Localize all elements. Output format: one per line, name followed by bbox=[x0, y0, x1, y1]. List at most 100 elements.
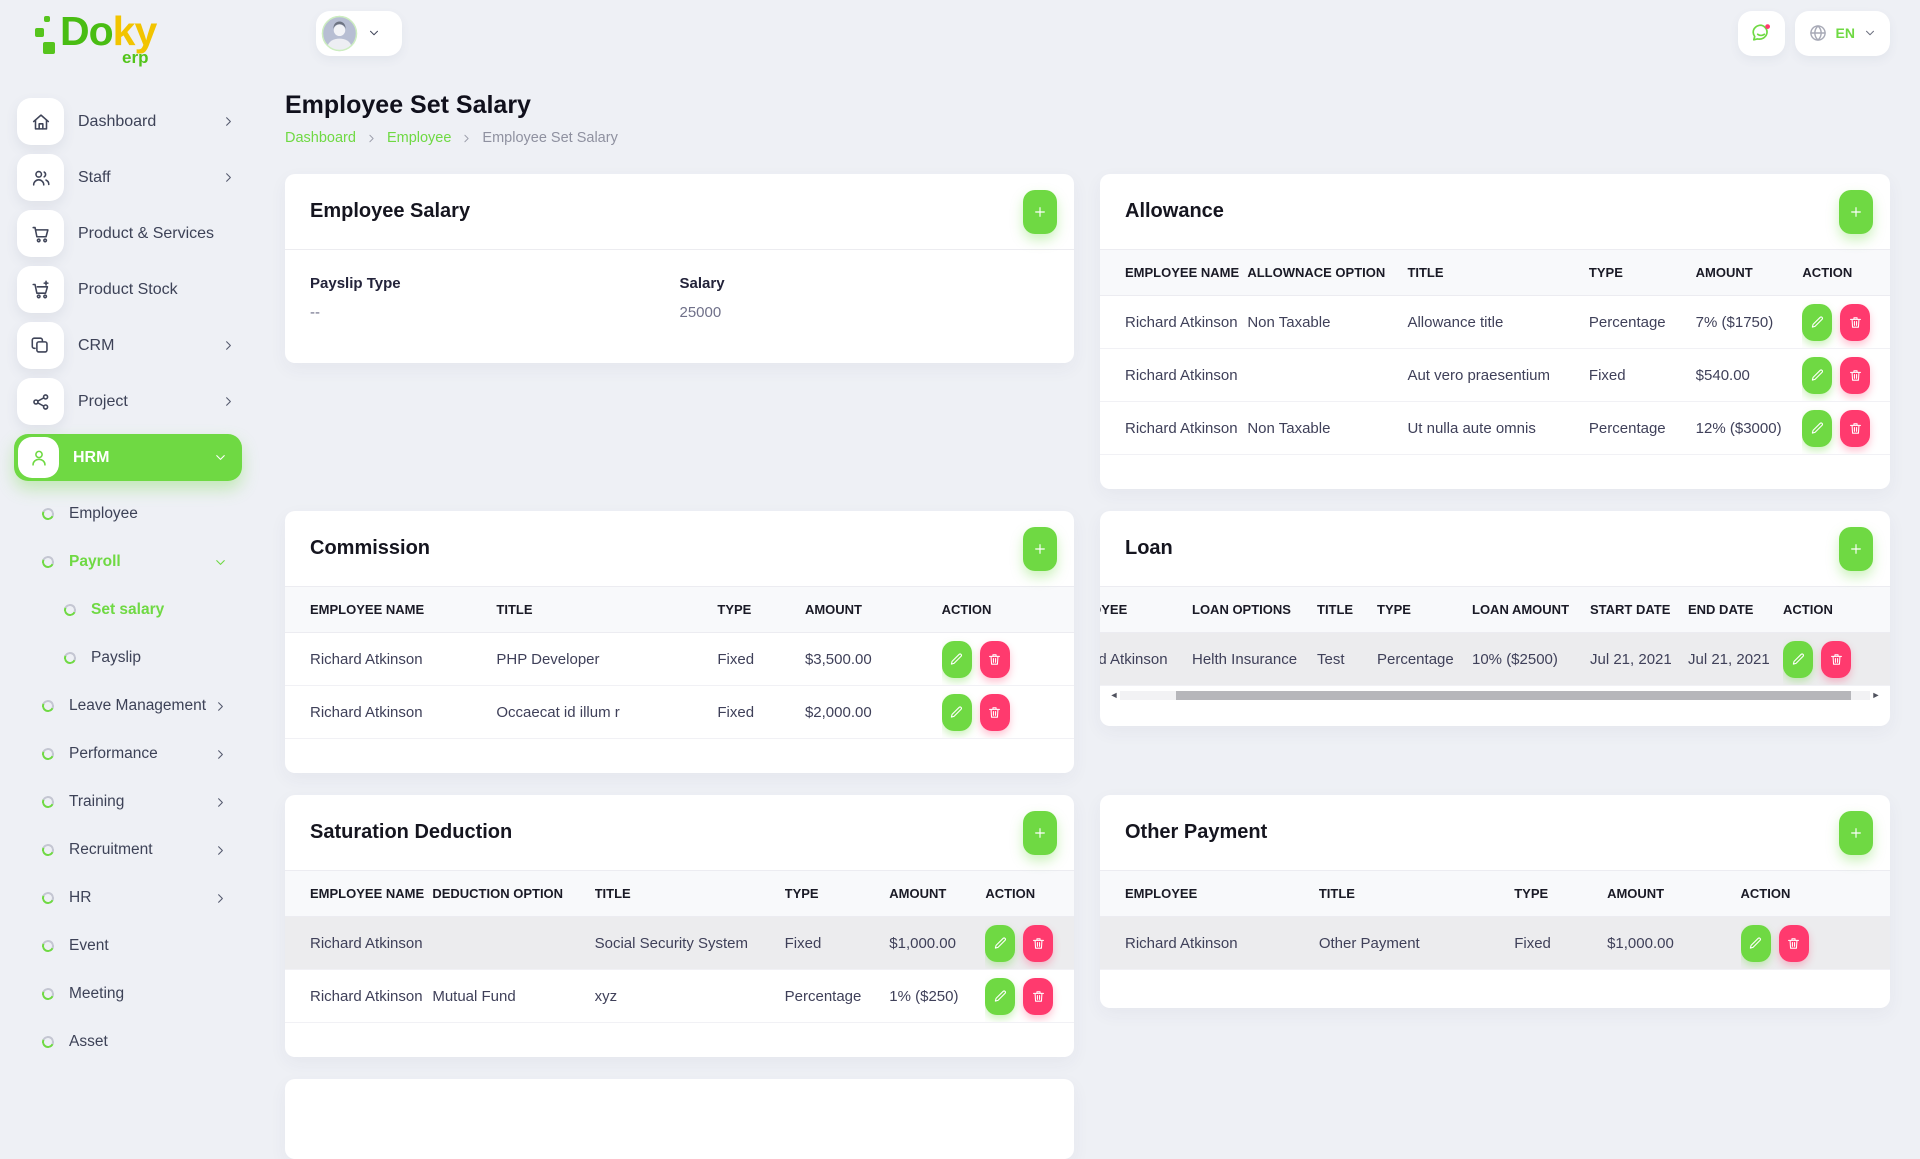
sidebar-item-event[interactable]: Event bbox=[0, 922, 258, 970]
table-cell: Fixed bbox=[717, 633, 805, 686]
edit-button[interactable] bbox=[942, 694, 972, 731]
bullet-icon bbox=[40, 698, 55, 713]
sidebar-item-dashboard[interactable]: Dashboard bbox=[0, 98, 258, 145]
delete-button[interactable] bbox=[1840, 304, 1870, 341]
chevron-right-icon bbox=[365, 132, 378, 145]
sidebar-item-staff[interactable]: Staff bbox=[0, 154, 258, 201]
table-cell: xyz bbox=[595, 970, 785, 1023]
add-loan-button[interactable] bbox=[1839, 527, 1873, 571]
table-cell: Fixed bbox=[1589, 349, 1696, 402]
column-header: EMPLOYEE NAME bbox=[1100, 250, 1247, 296]
column-header: END DATE bbox=[1688, 587, 1783, 633]
table-cell: Non Taxable bbox=[1247, 402, 1407, 455]
add-employee-salary-button[interactable] bbox=[1023, 190, 1057, 234]
breadcrumb-employee[interactable]: Employee bbox=[387, 130, 451, 146]
cards-grid: Employee Salary Payslip Type -- Salary 2… bbox=[285, 174, 1890, 1159]
table-cell: Percentage bbox=[1377, 633, 1472, 686]
sidebar-item-label: Training bbox=[69, 793, 124, 811]
edit-button[interactable] bbox=[985, 978, 1015, 1015]
sidebar-item-recruitment[interactable]: Recruitment bbox=[0, 826, 258, 874]
card-title: Other Payment bbox=[1125, 821, 1267, 844]
delete-button[interactable] bbox=[1840, 410, 1870, 447]
sidebar-item-product-stock[interactable]: Product Stock bbox=[0, 266, 258, 313]
field-value: -- bbox=[310, 304, 680, 321]
plus-icon bbox=[1848, 204, 1864, 220]
sidebar-item-hrm[interactable]: HRM bbox=[14, 434, 242, 481]
edit-button[interactable] bbox=[1802, 410, 1832, 447]
delete-button[interactable] bbox=[980, 641, 1010, 678]
add-allowance-button[interactable] bbox=[1839, 190, 1873, 234]
action-cell bbox=[1802, 349, 1890, 402]
sidebar-item-payslip[interactable]: Payslip bbox=[0, 634, 258, 682]
delete-button[interactable] bbox=[1023, 925, 1053, 962]
commission-table: EMPLOYEE NAMETITLETYPEAMOUNTACTIONRichar… bbox=[285, 586, 1074, 739]
edit-button[interactable] bbox=[1802, 357, 1832, 394]
table-cell: Allowance title bbox=[1407, 296, 1588, 349]
column-header: TYPE bbox=[1589, 250, 1696, 296]
sidebar-item-performance[interactable]: Performance bbox=[0, 730, 258, 778]
delete-button[interactable] bbox=[1821, 641, 1851, 678]
staff-icon bbox=[17, 154, 64, 201]
scrollbar-thumb[interactable] bbox=[1176, 691, 1851, 700]
scroll-right-arrow[interactable]: ► bbox=[1870, 691, 1882, 700]
sidebar-item-meeting[interactable]: Meeting bbox=[0, 970, 258, 1018]
edit-button[interactable] bbox=[985, 925, 1015, 962]
topbar: EN bbox=[285, 0, 1890, 56]
sidebar-item-employee[interactable]: Employee bbox=[0, 490, 258, 538]
scrollbar-track[interactable] bbox=[1120, 691, 1870, 700]
scroll-left-arrow[interactable]: ◄ bbox=[1108, 691, 1120, 700]
column-header: TITLE bbox=[1407, 250, 1588, 296]
table-cell bbox=[432, 917, 594, 970]
table-cell: $2,000.00 bbox=[805, 686, 942, 739]
sidebar-item-set-salary[interactable]: Set salary bbox=[0, 586, 258, 634]
add-saturation-deduction-button[interactable] bbox=[1023, 811, 1057, 855]
sidebar-item-training[interactable]: Training bbox=[0, 778, 258, 826]
sidebar-item-label: HRM bbox=[73, 449, 109, 467]
brand-logo[interactable]: Doky erp bbox=[34, 6, 204, 68]
delete-button[interactable] bbox=[980, 694, 1010, 731]
table-row: Richard AtkinsonHelth InsuranceTestPerce… bbox=[1100, 633, 1890, 686]
action-cell bbox=[1741, 917, 1890, 970]
sidebar-item-leave-management[interactable]: Leave Management bbox=[0, 682, 258, 730]
edit-button[interactable] bbox=[1802, 304, 1832, 341]
bullet-icon bbox=[40, 794, 55, 809]
delete-button[interactable] bbox=[1840, 357, 1870, 394]
sidebar-item-crm[interactable]: CRM bbox=[0, 322, 258, 369]
table-cell: 10% ($2500) bbox=[1472, 633, 1590, 686]
delete-button[interactable] bbox=[1779, 925, 1809, 962]
column-header: AMOUNT bbox=[1607, 871, 1740, 917]
sidebar-item-product-services[interactable]: Product & Services bbox=[0, 210, 258, 257]
delete-button[interactable] bbox=[1023, 978, 1053, 1015]
table-cell: $1,000.00 bbox=[1607, 917, 1740, 970]
chevron-right-icon bbox=[460, 132, 473, 145]
edit-button[interactable] bbox=[1741, 925, 1771, 962]
saturation-deduction-table: EMPLOYEE NAMEDEDUCTION OPTIONTITLETYPEAM… bbox=[285, 870, 1074, 1023]
table-cell: Richard Atkinson bbox=[285, 970, 432, 1023]
table-cell: Non Taxable bbox=[1247, 296, 1407, 349]
sidebar-item-asset[interactable]: Asset bbox=[0, 1018, 258, 1066]
table-cell bbox=[1247, 349, 1407, 402]
edit-button[interactable] bbox=[1783, 641, 1813, 678]
breadcrumb-dashboard[interactable]: Dashboard bbox=[285, 130, 356, 146]
table-cell: Richard Atkinson bbox=[285, 633, 496, 686]
column-header: ACTION bbox=[1802, 250, 1890, 296]
language-selector[interactable]: EN bbox=[1795, 11, 1890, 56]
add-commission-button[interactable] bbox=[1023, 527, 1057, 571]
messenger-button[interactable] bbox=[1738, 11, 1785, 56]
sidebar-item-payroll[interactable]: Payroll bbox=[0, 538, 258, 586]
user-menu[interactable] bbox=[316, 11, 402, 56]
sidebar-item-project[interactable]: Project bbox=[0, 378, 258, 425]
action-cell bbox=[985, 917, 1074, 970]
sidebar-item-hr[interactable]: HR bbox=[0, 874, 258, 922]
card-title: Employee Salary bbox=[310, 200, 470, 223]
loan-table: EMPLOYEELOAN OPTIONSTITLETYPELOAN AMOUNT… bbox=[1100, 586, 1890, 686]
card-title: Loan bbox=[1125, 537, 1173, 560]
table-cell: Occaecat id illum r bbox=[496, 686, 717, 739]
sidebar-item-label: HR bbox=[69, 889, 91, 907]
table-cell: $540.00 bbox=[1696, 349, 1803, 402]
action-cell bbox=[1802, 296, 1890, 349]
add-other-payment-button[interactable] bbox=[1839, 811, 1873, 855]
column-header: EMPLOYEE NAME bbox=[285, 871, 432, 917]
table-cell: Richard Atkinson bbox=[1100, 296, 1247, 349]
edit-button[interactable] bbox=[942, 641, 972, 678]
